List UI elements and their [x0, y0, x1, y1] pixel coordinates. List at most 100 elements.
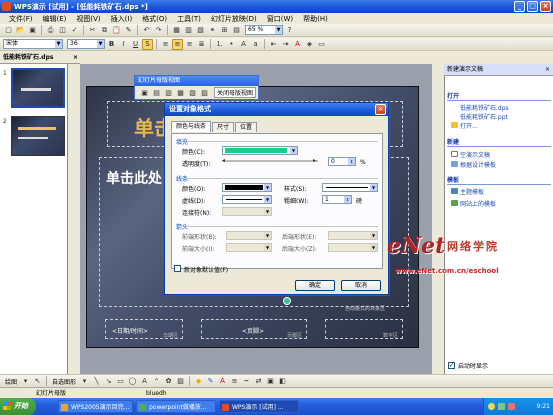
picture-icon[interactable]: ▧	[195, 25, 206, 36]
chart-icon[interactable]: ▥	[183, 25, 194, 36]
line-color-select[interactable]: ▼	[222, 183, 272, 192]
menu-insert[interactable]: 插入(I)	[106, 14, 138, 24]
theme-template-link[interactable]: 主题模板	[460, 187, 484, 196]
grid-icon[interactable]: ▤	[231, 25, 242, 36]
underline-icon[interactable]: U	[130, 39, 141, 50]
dialog-close-icon[interactable]: ×	[375, 104, 386, 115]
start-button[interactable]: 开始	[0, 398, 36, 415]
font-color-icon[interactable]: A	[217, 376, 228, 387]
connector-select[interactable]: ▼	[222, 207, 272, 216]
italic-icon[interactable]: I	[118, 39, 129, 50]
blank-presentation-link[interactable]: 空演示文稿	[460, 150, 490, 159]
oval-icon[interactable]: ◯	[127, 376, 138, 387]
textbox-icon[interactable]: A	[139, 376, 150, 387]
tray-icon[interactable]	[498, 403, 505, 410]
close-button[interactable]: ×	[540, 1, 551, 12]
close-master-view-button[interactable]: 关闭母版视图	[214, 87, 257, 98]
end-style-select[interactable]: ▼	[328, 231, 378, 240]
shadow-style-icon[interactable]: ▣	[265, 376, 276, 387]
undo-icon[interactable]: ↶	[141, 25, 152, 36]
taskbar-item-active[interactable]: WPS演示 [试用] ...	[219, 400, 299, 413]
spellcheck-icon[interactable]: ✓	[69, 25, 80, 36]
rectangle-icon[interactable]: ▭	[115, 376, 126, 387]
help-icon[interactable]: ?	[284, 25, 295, 36]
end-size-select[interactable]: ▼	[328, 243, 378, 252]
copy-icon[interactable]: ⧉	[99, 25, 110, 36]
begin-style-select[interactable]: ▼	[226, 231, 272, 240]
increase-font-icon[interactable]: A	[238, 39, 249, 50]
number-placeholder[interactable]: 数字区	[325, 319, 403, 339]
menu-edit[interactable]: 编辑(E)	[38, 14, 72, 24]
transparency-input[interactable]: 0 ⇕	[328, 157, 356, 166]
design-icon[interactable]: ◈	[304, 39, 315, 50]
preserve-master-icon[interactable]: ▦	[175, 87, 186, 98]
taskbar-item[interactable]: powerpoint做播放...	[136, 400, 216, 413]
menu-tools[interactable]: 工具(T)	[172, 14, 206, 24]
paste-icon[interactable]: 📋	[111, 25, 122, 36]
3d-style-icon[interactable]: ◧	[277, 376, 288, 387]
tab-size[interactable]: 尺寸	[212, 122, 235, 132]
numbering-icon[interactable]: ⒈	[214, 39, 225, 50]
clipart-icon[interactable]: ✿	[163, 376, 174, 387]
slider-left-arrow-icon[interactable]: ◂	[222, 157, 225, 164]
format-painter-icon[interactable]: ✎	[123, 25, 134, 36]
line-icon[interactable]: ╲	[91, 376, 102, 387]
bold-icon[interactable]: B	[106, 39, 117, 50]
new-slide-icon[interactable]: ▭	[316, 39, 327, 50]
slide-thumbnail-1[interactable]	[11, 68, 65, 108]
design-template-link[interactable]: 根据设计模板	[460, 160, 496, 169]
select-arrow-icon[interactable]: ↖	[32, 376, 43, 387]
menu-window[interactable]: 窗口(W)	[262, 14, 298, 24]
wordart-icon[interactable]: ᴬ	[151, 376, 162, 387]
web-template-link[interactable]: 网站上的模板	[460, 199, 496, 208]
line-color-icon[interactable]: ✎	[205, 376, 216, 387]
justify-icon[interactable]: ≣	[196, 39, 207, 50]
insert-title-master-icon[interactable]: ▤	[151, 87, 162, 98]
recent-file-link[interactable]: 低能耗铁矿石.ppt	[460, 112, 508, 121]
align-left-icon[interactable]: ≡	[160, 39, 171, 50]
layout-icon[interactable]: ▨	[199, 87, 210, 98]
line-style-icon[interactable]: ≡	[229, 376, 240, 387]
chevron-down-icon[interactable]: ▾	[79, 376, 90, 387]
redo-icon[interactable]: ↷	[153, 25, 164, 36]
hyperlink-icon[interactable]: ⚭	[207, 25, 218, 36]
open-icon[interactable]: 📂	[15, 25, 26, 36]
font-select[interactable]: 宋体 ▼	[3, 39, 63, 49]
insert-master-icon[interactable]: ▣	[139, 87, 150, 98]
menu-file[interactable]: 文件(F)	[4, 14, 38, 24]
zoom-select[interactable]: 65 % ▼	[245, 25, 283, 35]
ok-button[interactable]: 确定	[295, 280, 335, 291]
font-color-icon[interactable]: A	[292, 39, 303, 50]
tab-colors-lines[interactable]: 颜色与线条	[171, 121, 212, 132]
recent-file-link[interactable]: 低能耗铁矿石.dps	[460, 103, 509, 112]
menu-view[interactable]: 视图(V)	[71, 14, 105, 24]
decrease-font-icon[interactable]: a	[250, 39, 261, 50]
autoshapes-menu[interactable]: 自选图形	[50, 377, 78, 386]
dash-select[interactable]: ▼	[222, 195, 272, 204]
slide-thumbnail-2[interactable]	[11, 116, 65, 156]
line-style-select[interactable]: ▼	[322, 183, 378, 192]
expand-icon[interactable]: ⊞	[219, 25, 230, 36]
fill-color-select[interactable]: ▼	[222, 146, 298, 155]
align-right-icon[interactable]: ≡	[184, 39, 195, 50]
close-icon[interactable]: ×	[545, 64, 550, 76]
taskbar-item[interactable]: WPS2005演示目完...	[58, 400, 133, 413]
delete-master-icon[interactable]: ▥	[163, 87, 174, 98]
show-on-startup-checkbox[interactable]: ✓	[448, 362, 455, 369]
weight-input[interactable]: 1 ⇕	[322, 195, 352, 204]
cancel-button[interactable]: 取消	[341, 280, 381, 291]
dash-style-icon[interactable]: ┅	[241, 376, 252, 387]
rotation-handle[interactable]	[283, 297, 291, 305]
spinner-icon[interactable]: ⇕	[348, 158, 355, 165]
draw-menu[interactable]: 绘图	[3, 377, 19, 386]
arrow-icon[interactable]: ↘	[103, 376, 114, 387]
tray-icon[interactable]	[508, 403, 515, 410]
picture-icon[interactable]: ▨	[175, 376, 186, 387]
cut-icon[interactable]: ✂	[87, 25, 98, 36]
fill-color-icon[interactable]: ◆	[193, 376, 204, 387]
tab-position[interactable]: 位置	[235, 122, 258, 132]
open-more-link[interactable]: 打开...	[460, 121, 478, 130]
begin-size-select[interactable]: ▼	[226, 243, 272, 252]
default-checkbox[interactable]	[174, 265, 181, 272]
outdent-icon[interactable]: ⇤	[268, 39, 279, 50]
